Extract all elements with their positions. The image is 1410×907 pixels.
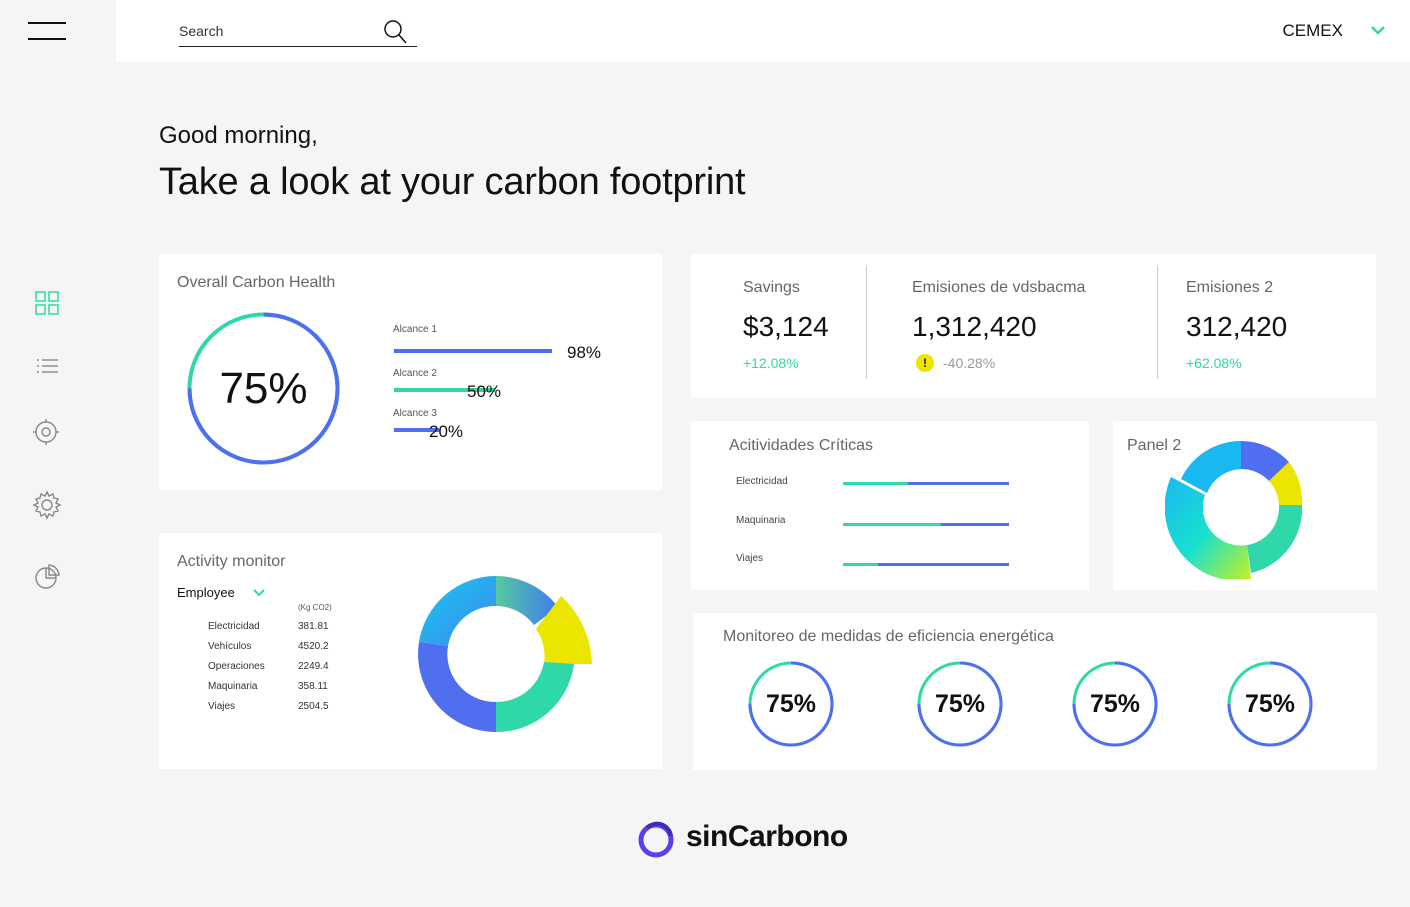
critical-bar-fill (843, 482, 908, 485)
greeting: Good morning, (159, 122, 318, 149)
overall-carbon-health-card: Overall Carbon Health 75% Alcance 1 98% … (159, 254, 662, 490)
activity-donut-chart (418, 576, 592, 733)
critical-bar (843, 563, 1009, 566)
activity-label: Viajes (208, 701, 236, 712)
scope-value: 98% (567, 343, 602, 362)
activity-value: 2249.4 (298, 661, 329, 672)
critical-activities-card: Acitividades Críticas Electricidad Maqui… (691, 421, 1089, 590)
search-icon[interactable] (383, 19, 407, 45)
critical-bar-fill (843, 563, 878, 566)
scope-bar (394, 349, 552, 353)
stat-value: 1,312,420 (912, 311, 1037, 342)
stat-label: Emisiones de vdsbacma (912, 279, 1086, 296)
critical-bar (843, 482, 1009, 485)
menu-icon[interactable] (28, 22, 66, 42)
stats-card: Savings $3,124 +12.08% Emisiones de vdsb… (691, 254, 1376, 398)
warning-icon: ! (916, 354, 934, 372)
activity-label: Vehículos (208, 641, 252, 652)
stat-label: Emisiones 2 (1186, 279, 1274, 296)
activity-label: Electricidad (208, 621, 260, 632)
search-box (179, 18, 417, 47)
carbon-health-percent: 75% (219, 364, 308, 413)
critical-label: Maquinaria (736, 515, 786, 526)
list-icon[interactable] (32, 352, 62, 382)
efficiency-percent: 75% (765, 690, 817, 718)
efficiency-percent: 75% (1244, 690, 1296, 718)
stat-delta: -40.28% (943, 355, 996, 371)
critical-label: Viajes (736, 553, 764, 564)
sincarbono-logo-icon (638, 821, 674, 858)
efficiency-percent: 75% (1089, 690, 1141, 718)
pie-chart-icon[interactable] (32, 562, 62, 592)
gear-icon[interactable] (32, 490, 62, 520)
company-selector[interactable]: CEMEX (1283, 21, 1343, 41)
activity-label: Maquinaria (208, 681, 258, 692)
activity-label: Operaciones (208, 661, 265, 672)
card-title: Activity monitor (177, 553, 286, 570)
stat-value: 312,420 (1186, 311, 1288, 342)
efficiency-monitor-card: Monitoreo de medidas de eficiencia energ… (693, 613, 1377, 770)
scope-label: Alcance 1 (393, 324, 437, 335)
critical-label: Electricidad (736, 476, 788, 487)
activity-value: 358.11 (298, 681, 328, 692)
panel-2-card: Panel 2 (1113, 421, 1377, 590)
card-title: Overall Carbon Health (177, 274, 336, 291)
scope-value: 50% (467, 382, 502, 401)
brand-name: sinCarbono (686, 820, 848, 853)
panel-2-donut-chart (1165, 440, 1303, 579)
page-title: Take a look at your carbon footprint (159, 161, 746, 203)
target-icon[interactable] (32, 418, 62, 448)
stat-delta: +12.08% (743, 355, 799, 371)
stat-value: $3,124 (743, 311, 829, 342)
search-input[interactable] (179, 23, 379, 39)
critical-bar-fill (843, 523, 941, 526)
activity-value: 4520.2 (298, 641, 329, 652)
scope-label: Alcance 2 (393, 368, 437, 379)
top-bar: CEMEX (116, 0, 1410, 62)
sidebar (0, 0, 116, 907)
chevron-down-icon[interactable] (1370, 24, 1386, 36)
stat-delta: +62.08% (1186, 355, 1242, 371)
activity-monitor-card: Activity monitor Employee (Kg CO2) Elect… (159, 533, 662, 769)
stat-label: Savings (743, 279, 800, 296)
critical-bar (843, 523, 1009, 526)
card-title: Monitoreo de medidas de eficiencia energ… (723, 628, 1054, 645)
divider (866, 266, 867, 379)
scope-label: Alcance 3 (393, 408, 437, 419)
activity-value: 381.81 (298, 621, 329, 632)
grid-icon[interactable] (32, 288, 62, 318)
scope-value: 20% (429, 422, 464, 441)
chevron-down-icon[interactable] (253, 588, 265, 597)
divider (1157, 266, 1158, 379)
unit-label: (Kg CO2) (298, 603, 332, 612)
activity-value: 2504.5 (298, 701, 329, 712)
card-title: Acitividades Críticas (729, 437, 874, 454)
employee-filter[interactable]: Employee (177, 585, 235, 600)
efficiency-percent: 75% (934, 690, 986, 718)
